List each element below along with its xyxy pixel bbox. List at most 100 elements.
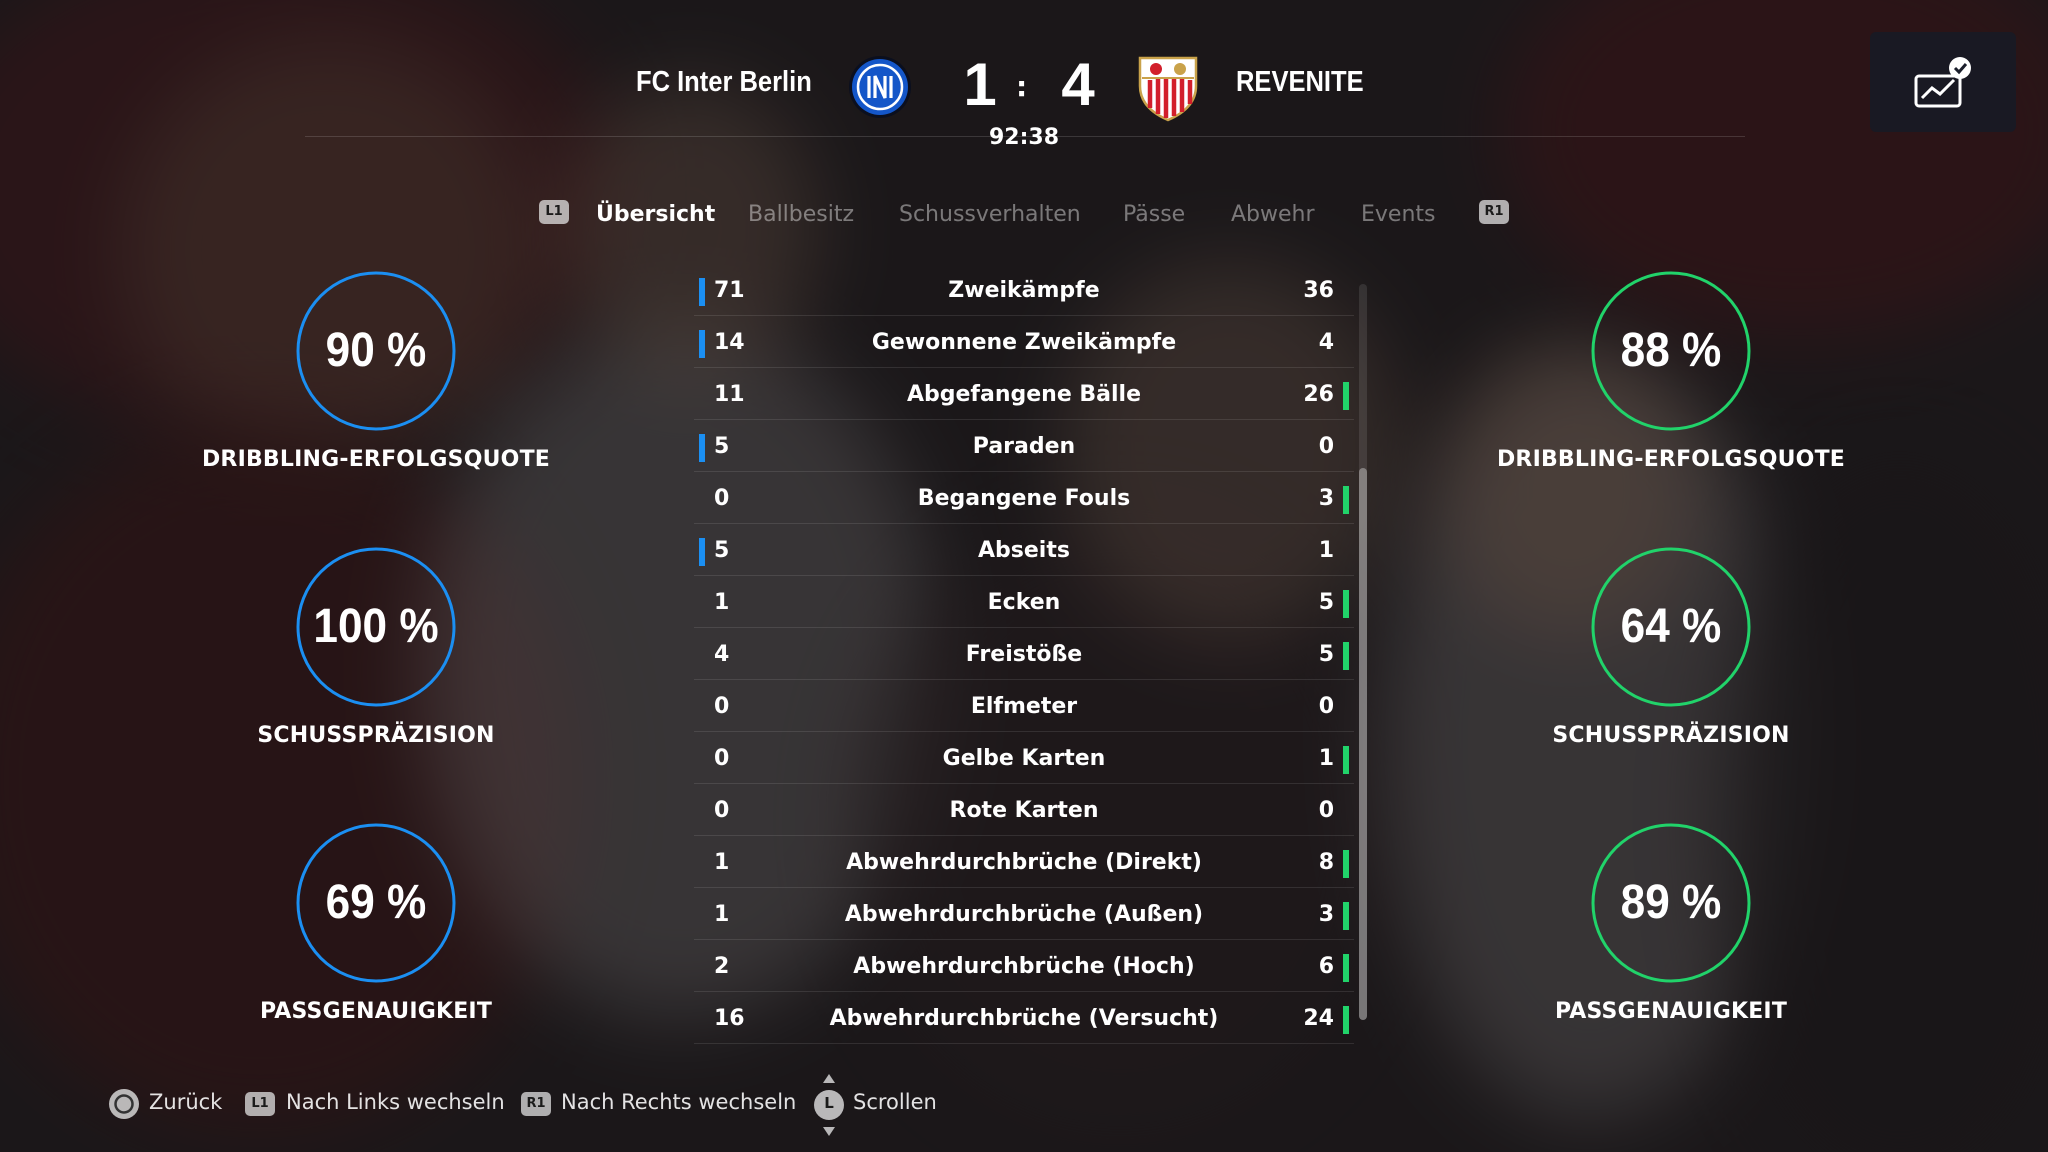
home-team-name: FC Inter Berlin (636, 66, 812, 98)
tab-possession[interactable]: Ballbesitz (748, 202, 854, 227)
stat-home-value: 0 (714, 746, 730, 771)
away-leader-bar (1343, 590, 1349, 618)
stat-home-value: 14 (714, 330, 745, 355)
stat-away-value: 24 (1303, 1006, 1334, 1031)
stat-label: Paraden (972, 434, 1076, 459)
stat-label: Abseits (978, 538, 1070, 563)
stat-home-value: 71 (714, 278, 745, 303)
stat-row: 11 Abgefangene Bälle 26 (694, 368, 1354, 420)
header-divider (305, 136, 1745, 137)
stat-row: 1 Ecken 5 (694, 576, 1354, 628)
away-dribbling-value: 88 % (1620, 324, 1722, 377)
away-leader-bar (1343, 954, 1349, 982)
away-score: 4 (1061, 51, 1095, 118)
away-team-name: REVENITE (1236, 66, 1364, 98)
stats-tab-bar: L1 Übersicht Ballbesitz Schussverhalten … (0, 196, 2048, 236)
stats-table: 71 Zweikämpfe 36 14 Gewonnene Zweikämpfe 4 11 A… (694, 264, 1354, 1044)
away-leader-bar (1343, 850, 1349, 878)
tab-overview[interactable]: Übersicht (596, 202, 715, 227)
stat-away-value: 0 (1318, 434, 1334, 459)
stat-away-value: 26 (1303, 382, 1334, 407)
stat-home-value: 2 (714, 954, 730, 979)
stat-label: Abgefangene Bälle (906, 382, 1142, 407)
switch-left-hint[interactable]: Nach Links wechseln (286, 1090, 505, 1114)
stat-row: 5 Paraden 0 (694, 420, 1354, 472)
away-shot-accuracy-label: SCHUSSPRÄZISION (1552, 723, 1790, 748)
stat-away-value: 36 (1303, 278, 1334, 303)
home-shot-accuracy-ring: 100 % (295, 546, 457, 708)
match-clock: 92:38 (988, 125, 1060, 150)
match-header: FC Inter Berlin 1 : 4 REVENITE 92:38 (0, 0, 2048, 150)
away-pass-accuracy-value: 89 % (1620, 876, 1722, 929)
circle-button-icon (109, 1089, 139, 1119)
away-leader-bar (1343, 902, 1349, 930)
stat-row: 2 Abwehrdurchbrüche (Hoch) 6 (694, 940, 1354, 992)
away-leader-bar (1343, 486, 1349, 514)
stat-label: Begangene Fouls (917, 486, 1131, 511)
stat-row: 1 Abwehrdurchbrüche (Direkt) 8 (694, 836, 1354, 888)
stats-scrollbar-thumb[interactable] (1359, 468, 1367, 1020)
stat-away-value: 0 (1318, 798, 1334, 823)
stat-label: Abwehrdurchbrüche (Versucht) (829, 1006, 1219, 1031)
button-hints: Zurück L1 Nach Links wechseln R1 Nach Re… (0, 1074, 2048, 1136)
stat-label: Zweikämpfe (948, 278, 1100, 303)
scroll-hint[interactable]: Scrollen (853, 1090, 937, 1114)
stat-label: Freistöße (965, 642, 1083, 667)
stat-row: 0 Elfmeter 0 (694, 680, 1354, 732)
left-stick-letter: L (824, 1094, 834, 1112)
stat-home-value: 5 (714, 434, 730, 459)
away-pass-accuracy-ring: 89 % (1590, 822, 1752, 984)
away-team-crest-icon (1136, 52, 1200, 122)
stat-label: Gelbe Karten (942, 746, 1106, 771)
away-leader-bar (1343, 382, 1349, 410)
stat-row: 4 Freistöße 5 (694, 628, 1354, 680)
stat-home-value: 0 (714, 486, 730, 511)
r1-hint-icon: R1 (521, 1092, 551, 1116)
away-leader-bar (1343, 746, 1349, 774)
stat-row: 0 Begangene Fouls 3 (694, 472, 1354, 524)
stat-away-value: 3 (1318, 486, 1334, 511)
stat-label: Abwehrdurchbrüche (Außen) (844, 902, 1204, 927)
tab-events[interactable]: Events (1361, 202, 1436, 227)
home-leader-bar (699, 434, 705, 462)
away-leader-bar (1343, 1006, 1349, 1034)
stat-away-value: 4 (1318, 330, 1334, 355)
stat-home-value: 4 (714, 642, 730, 667)
stat-home-value: 1 (714, 902, 730, 927)
stat-away-value: 5 (1318, 642, 1334, 667)
away-shot-accuracy-ring: 64 % (1590, 546, 1752, 708)
home-leader-bar (699, 278, 705, 306)
stat-home-value: 1 (714, 590, 730, 615)
stat-label: Gewonnene Zweikämpfe (871, 330, 1177, 355)
home-pass-accuracy-ring: 69 % (295, 822, 457, 984)
chart-check-icon (1914, 57, 1971, 108)
home-shot-accuracy-label: SCHUSSPRÄZISION (257, 723, 495, 748)
home-shot-accuracy-value: 100 % (313, 600, 439, 653)
stat-away-value: 6 (1318, 954, 1334, 979)
stat-away-value: 0 (1318, 694, 1334, 719)
tab-defense[interactable]: Abwehr (1231, 202, 1315, 227)
away-dribbling-label: DRIBBLING-ERFOLGSQUOTE (1496, 447, 1846, 472)
stat-away-value: 1 (1318, 538, 1334, 563)
tab-passes[interactable]: Pässe (1123, 202, 1185, 227)
stat-row: 16 Abwehrdurchbrüche (Versucht) 24 (694, 992, 1354, 1044)
away-leader-bar (1343, 642, 1349, 670)
stat-home-value: 1 (714, 850, 730, 875)
stat-label: Ecken (987, 590, 1061, 615)
away-shot-accuracy-value: 64 % (1620, 600, 1722, 653)
stat-label: Elfmeter (970, 694, 1078, 719)
switch-right-hint[interactable]: Nach Rechts wechseln (561, 1090, 796, 1114)
home-dribbling-label: DRIBBLING-ERFOLGSQUOTE (201, 447, 551, 472)
r1-button-icon[interactable]: R1 (1479, 200, 1509, 224)
back-hint[interactable]: Zurück (149, 1090, 222, 1114)
stat-home-value: 11 (714, 382, 745, 407)
tab-shooting[interactable]: Schussverhalten (899, 202, 1081, 227)
stat-home-value: 0 (714, 694, 730, 719)
l1-button-icon[interactable]: L1 (539, 200, 569, 224)
stats-share-button[interactable] (1870, 32, 2016, 132)
away-pass-accuracy-label: PASSGENAUIGKEIT (1554, 999, 1788, 1024)
stat-row: 5 Abseits 1 (694, 524, 1354, 576)
stat-away-value: 5 (1318, 590, 1334, 615)
stat-label: Abwehrdurchbrüche (Direkt) (846, 850, 1202, 875)
stat-row: 0 Rote Karten 0 (694, 784, 1354, 836)
